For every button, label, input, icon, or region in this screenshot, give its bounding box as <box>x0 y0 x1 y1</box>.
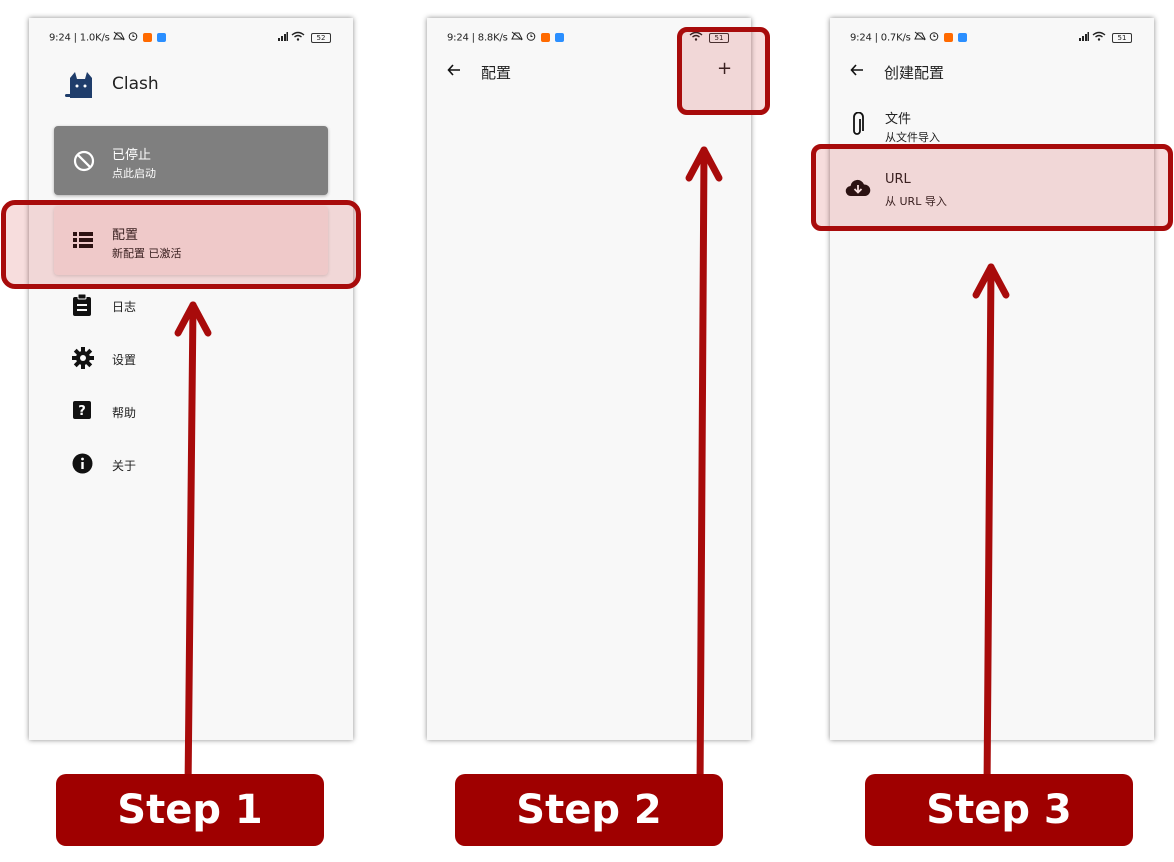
step-arrows <box>174 146 1010 794</box>
step-2-label: Step 2 <box>455 774 723 846</box>
arrow-step-1 <box>174 301 212 794</box>
step-3-label: Step 3 <box>865 774 1133 846</box>
arrow-step-3 <box>972 263 1010 794</box>
step-1-label: Step 1 <box>56 774 324 846</box>
arrow-step-2 <box>685 146 723 794</box>
